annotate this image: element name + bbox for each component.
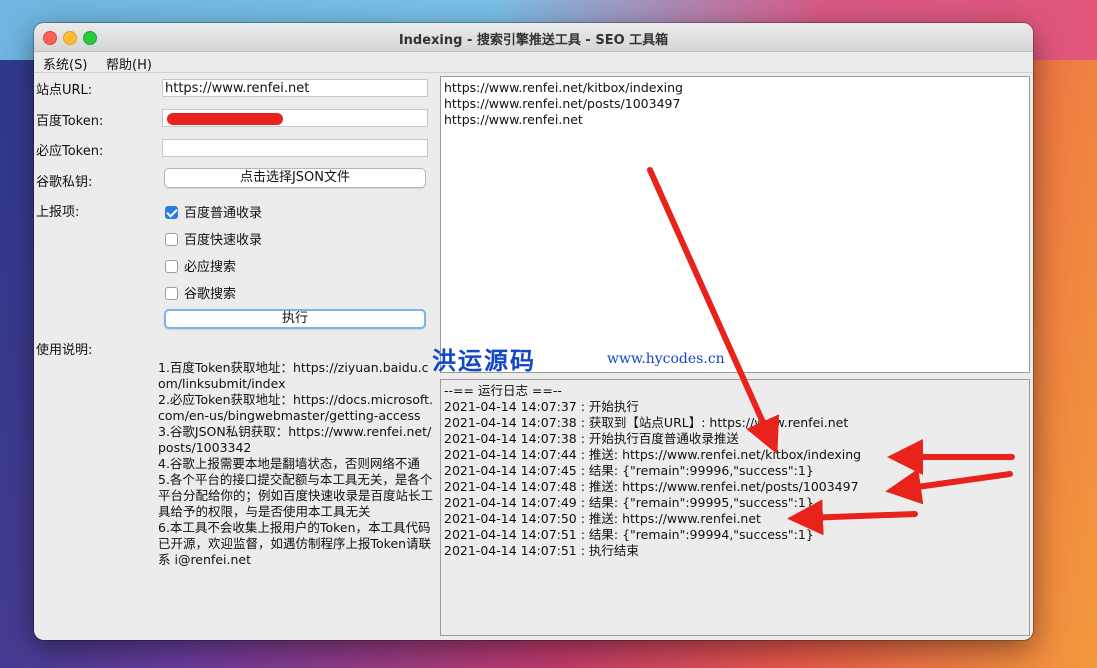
site-url-input[interactable]: https://www.renfei.net bbox=[162, 79, 428, 97]
google-key-label: 谷歌私钥: bbox=[36, 175, 93, 190]
checkbox-icon[interactable] bbox=[165, 287, 178, 300]
log-line: 2021-04-14 14:07:45 : 结果: {"remain":9999… bbox=[444, 463, 814, 478]
url-list-textarea[interactable]: https://www.renfei.net/kitbox/indexing h… bbox=[440, 76, 1030, 373]
watermark-chinese: 洪运源码 bbox=[432, 346, 536, 375]
choose-json-file-button[interactable]: 点击选择JSON文件 bbox=[164, 168, 426, 188]
baidu-token-input[interactable] bbox=[162, 109, 428, 127]
option-baidu-normal[interactable]: 百度普通收录 bbox=[165, 202, 263, 221]
instruction-line: 1.百度Token获取地址：https://ziyuan.baidu.com/l… bbox=[158, 360, 429, 391]
site-url-label: 站点URL: bbox=[36, 83, 93, 98]
option-label: 百度快速收录 bbox=[184, 233, 263, 248]
checkbox-icon[interactable] bbox=[165, 260, 178, 273]
watermark-url: www.hycodes.cn bbox=[607, 351, 725, 367]
option-label: 谷歌搜索 bbox=[184, 287, 237, 302]
url-line: https://www.renfei.net bbox=[444, 112, 583, 127]
option-baidu-fast[interactable]: 百度快速收录 bbox=[165, 229, 263, 248]
menu-system[interactable]: 系统(S) bbox=[43, 54, 87, 73]
watermark: 洪运源码 www.hycodes.cn bbox=[432, 341, 725, 376]
log-line: 2021-04-14 14:07:48 : 推送: https://www.re… bbox=[444, 479, 859, 494]
log-header: --== 运行日志 ==-- bbox=[444, 383, 562, 398]
log-line: 2021-04-14 14:07:51 : 结果: {"remain":9999… bbox=[444, 527, 814, 542]
checkbox-checked-icon[interactable] bbox=[165, 206, 178, 219]
app-window: Indexing - 搜索引擎推送工具 - SEO 工具箱 系统(S) 帮助(H… bbox=[34, 23, 1033, 640]
log-line: 2021-04-14 14:07:38 : 开始执行百度普通收录推送 bbox=[444, 431, 739, 446]
redaction-mark bbox=[167, 113, 283, 125]
option-google[interactable]: 谷歌搜索 bbox=[165, 283, 237, 302]
log-line: 2021-04-14 14:07:37 : 开始执行 bbox=[444, 399, 639, 414]
instruction-line: 6.本工具不会收集上报用户的Token，本工具代码已开源，欢迎监督，如遇仿制程序… bbox=[158, 520, 432, 567]
usage-label: 使用说明: bbox=[36, 343, 93, 358]
log-line: 2021-04-14 14:07:49 : 结果: {"remain":9999… bbox=[444, 495, 814, 510]
option-label: 必应搜索 bbox=[184, 260, 237, 275]
url-line: https://www.renfei.net/kitbox/indexing bbox=[444, 80, 683, 95]
run-log-area[interactable]: --== 运行日志 ==-- 2021-04-14 14:07:37 : 开始执… bbox=[440, 379, 1030, 636]
report-items-label: 上报项: bbox=[36, 205, 80, 220]
option-bing[interactable]: 必应搜索 bbox=[165, 256, 237, 275]
window-title: Indexing - 搜索引擎推送工具 - SEO 工具箱 bbox=[398, 33, 669, 48]
option-label: 百度普通收录 bbox=[184, 206, 263, 221]
title-bar: Indexing - 搜索引擎推送工具 - SEO 工具箱 bbox=[34, 23, 1033, 52]
bing-token-input[interactable] bbox=[162, 139, 428, 157]
menu-help[interactable]: 帮助(H) bbox=[106, 54, 152, 73]
bing-token-label: 必应Token: bbox=[36, 144, 104, 159]
instruction-line: 2.必应Token获取地址：https://docs.microsoft.com… bbox=[158, 392, 433, 423]
baidu-token-label: 百度Token: bbox=[36, 114, 104, 129]
settings-panel: 站点URL: https://www.renfei.net 百度Token: 必… bbox=[34, 73, 438, 640]
log-line: 2021-04-14 14:07:50 : 推送: https://www.re… bbox=[444, 511, 761, 526]
checkbox-icon[interactable] bbox=[165, 233, 178, 246]
instruction-line: 4.谷歌上报需要本地是翻墙状态，否则网络不通 bbox=[158, 456, 420, 471]
log-line: 2021-04-14 14:07:51 : 执行结束 bbox=[444, 543, 639, 558]
usage-instructions: 1.百度Token获取地址：https://ziyuan.baidu.com/l… bbox=[158, 360, 434, 568]
menu-bar: 系统(S) 帮助(H) bbox=[34, 52, 1033, 73]
instruction-line: 5.各个平台的接口提交配额与本工具无关，是各个平台分配给你的；例如百度快速收录是… bbox=[158, 472, 434, 519]
execute-button[interactable]: 执行 bbox=[164, 309, 426, 329]
log-line: 2021-04-14 14:07:44 : 推送: https://www.re… bbox=[444, 447, 862, 462]
url-line: https://www.renfei.net/posts/1003497 bbox=[444, 96, 681, 111]
instruction-line: 3.谷歌JSON私钥获取：https://www.renfei.net/post… bbox=[158, 424, 432, 455]
log-line: 2021-04-14 14:07:38 : 获取到【站点URL】: https:… bbox=[444, 415, 849, 430]
